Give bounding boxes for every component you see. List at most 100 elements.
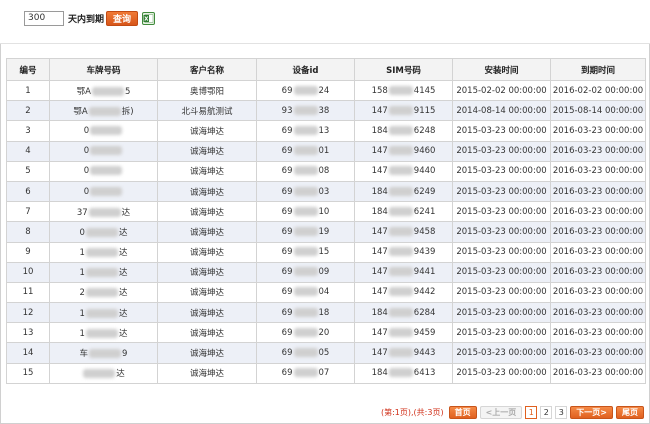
expire-time: 2016-03-23 00:00:00 <box>552 348 644 359</box>
table-row[interactable]: 7 37 达 诚海坤达 69 10 184 6241 2015-03-23 00:00:00 20… <box>6 201 646 223</box>
sim-prefix: 184 <box>371 125 388 136</box>
header-device-id[interactable]: 设备id <box>256 58 355 81</box>
cell-no: 7 <box>6 201 50 223</box>
redaction-mask <box>89 349 122 359</box>
sim-suffix: 6248 <box>413 125 436 136</box>
table-row[interactable]: 5 0 诚海坤达 69 08 147 9440 2015-03-23 00:00:00 2016… <box>6 160 646 182</box>
device-prefix: 69 <box>281 85 293 96</box>
cell-sim: 147 9441 <box>354 261 453 283</box>
page-1-button[interactable]: 1 <box>525 406 538 419</box>
first-page-button[interactable]: 首页 <box>448 406 477 419</box>
plate-prefix: 1 <box>79 308 85 319</box>
device-prefix: 69 <box>281 125 293 136</box>
page-2-button[interactable]: 2 <box>540 406 553 419</box>
query-button[interactable]: 查询 <box>106 10 139 26</box>
expire-time: 2016-03-23 00:00:00 <box>552 166 644 177</box>
cell-no-text: 8 <box>25 226 31 237</box>
table-row[interactable]: 4 0 诚海坤达 69 01 147 9460 2015-03-23 00:00:00 2016… <box>6 140 646 162</box>
device-suffix: 01 <box>318 146 330 157</box>
table-row[interactable]: 1 鄂A 5 奥博鄂阳 69 24 158 4145 2015-02-02 00:00:00 20… <box>6 79 646 102</box>
excel-icon[interactable] <box>142 11 156 25</box>
cell-sim: 184 6413 <box>354 362 453 384</box>
cell-no-text: 4 <box>25 146 31 157</box>
sim-prefix: 147 <box>371 267 388 278</box>
redaction-mask <box>293 247 318 257</box>
redaction-mask <box>293 125 318 135</box>
cell-plate: 1达 <box>49 322 158 344</box>
cell-customer: 诚海坤达 <box>157 241 257 263</box>
plate-prefix: 0 <box>79 227 85 238</box>
plate-prefix: 0 <box>83 146 90 157</box>
cell-customer: 诚海坤达 <box>157 362 257 384</box>
header-customer[interactable]: 客户名称 <box>157 58 257 81</box>
sim-suffix: 6413 <box>413 368 436 379</box>
cell-no: 13 <box>6 322 50 344</box>
device-suffix: 19 <box>318 226 330 237</box>
table-row[interactable]: 10 1 达诚海坤达 69 09 147 9441 2015-03-23 00:00:00 20… <box>6 261 646 283</box>
cell-device-id: 69 13 <box>256 120 355 142</box>
device-prefix: 69 <box>281 146 293 157</box>
cell-install-time: 2015-03-23 00:00:00 <box>452 281 551 304</box>
table-row[interactable]: 9 1 达诚海坤达 69 15 147 9439 2015-03-23 00:00:00 201… <box>6 241 646 263</box>
table-row[interactable]: 15 达 诚海坤达 69 07 184 6413 2015-03-23 00:00:00 201… <box>6 362 646 384</box>
sim-prefix: 147 <box>371 226 388 237</box>
cell-plate: 0 <box>49 180 158 203</box>
redaction-mask <box>388 105 413 115</box>
cell-no-text: 11 <box>22 287 34 298</box>
redaction-mask <box>91 86 124 96</box>
cell-expire-time: 2016-03-23 00:00:00 <box>550 201 646 223</box>
plate-prefix: 1 <box>79 268 85 279</box>
cell-no: 2 <box>6 100 50 122</box>
table-row[interactable]: 8 0 达诚海坤达 69 19 147 9458 2015-03-23 00:00:00 201… <box>6 221 646 243</box>
cell-expire-time: 2016-03-23 00:00:00 <box>550 362 646 384</box>
days-input[interactable] <box>24 10 64 26</box>
cell-sim: 147 9115 <box>354 100 453 122</box>
sim-prefix: 184 <box>371 368 388 379</box>
table-row[interactable]: 13 1 达诚海坤达 69 20 147 9459 2015-03-23 00:00:00 20… <box>6 322 646 344</box>
customer-name: 诚海坤达 <box>189 308 224 319</box>
prev-page-button[interactable]: <上一页 <box>479 406 523 419</box>
cell-sim: 184 6241 <box>354 201 453 223</box>
plate-prefix: 0 <box>83 186 90 197</box>
page-3-button[interactable]: 3 <box>555 406 568 419</box>
install-time: 2015-03-23 00:00:00 <box>456 166 547 177</box>
header-install-time[interactable]: 安装时间 <box>452 58 551 81</box>
header-no[interactable]: 编号 <box>6 58 50 81</box>
install-time: 2015-03-23 00:00:00 <box>456 186 547 197</box>
sim-suffix: 9458 <box>413 226 436 237</box>
plate-prefix: 37 <box>76 207 88 218</box>
header-sim[interactable]: SIM号码 <box>354 58 453 81</box>
expire-time: 2016-03-23 00:00:00 <box>552 206 644 217</box>
table-row[interactable]: 3 0 诚海坤达 69 13 184 6248 2015-03-23 00:00:00 2016… <box>6 120 646 142</box>
customer-name: 诚海坤达 <box>189 126 224 137</box>
table-row[interactable]: 6 0 诚海坤达 69 03 184 6249 2015-03-23 00:00:00 2016… <box>6 180 646 203</box>
cell-sim: 147 9460 <box>354 140 453 162</box>
cell-sim: 147 9458 <box>354 221 453 243</box>
cell-customer: 诚海坤达 <box>157 342 257 364</box>
plate-suffix: 达 <box>118 268 128 279</box>
table-row[interactable]: 2 鄂A 拆) 北斗易航测试 93 38 147 9115 2014-08-14 00:00:0… <box>6 100 646 122</box>
header-expire-time[interactable]: 到期时间 <box>550 58 646 81</box>
device-suffix: 07 <box>318 368 330 379</box>
cell-plate: 达 <box>49 362 158 384</box>
last-page-button[interactable]: 尾页 <box>616 406 644 419</box>
cell-install-time: 2015-03-23 00:00:00 <box>452 120 551 142</box>
customer-name: 诚海坤达 <box>189 328 224 339</box>
table-row[interactable]: 11 2 达诚海坤达 69 04 147 9442 2015-03-23 00:00:00 20… <box>6 281 646 304</box>
cell-expire-time: 2016-03-23 00:00:00 <box>550 322 646 344</box>
sim-prefix: 147 <box>371 327 388 338</box>
device-suffix: 24 <box>318 85 330 96</box>
table-header-row: 编号 车牌号码 客户名称 设备id SIM号码 安装时间 到期时间 <box>6 58 646 81</box>
cell-install-time: 2015-03-23 00:00:00 <box>452 362 551 384</box>
sim-prefix: 184 <box>371 307 388 318</box>
header-plate[interactable]: 车牌号码 <box>49 58 158 81</box>
next-page-button[interactable]: 下一页> <box>570 406 613 419</box>
cell-no-text: 9 <box>25 247 31 258</box>
cell-install-time: 2015-03-23 00:00:00 <box>452 201 551 223</box>
redaction-mask <box>388 247 413 257</box>
table-row[interactable]: 14 车 9 诚海坤达 69 05 147 9443 2015-03-23 00:00:00 20… <box>6 342 646 364</box>
plate-suffix: 达 <box>118 227 128 238</box>
table-row[interactable]: 12 1 达诚海坤达 69 18 184 6284 2015-03-23 00:00:00 20… <box>6 302 646 324</box>
device-prefix: 69 <box>281 307 293 318</box>
vehicle-expiry-table: 编号 车牌号码 客户名称 设备id SIM号码 安装时间 到期时间 1 鄂A 5 奥博… <box>6 58 646 384</box>
